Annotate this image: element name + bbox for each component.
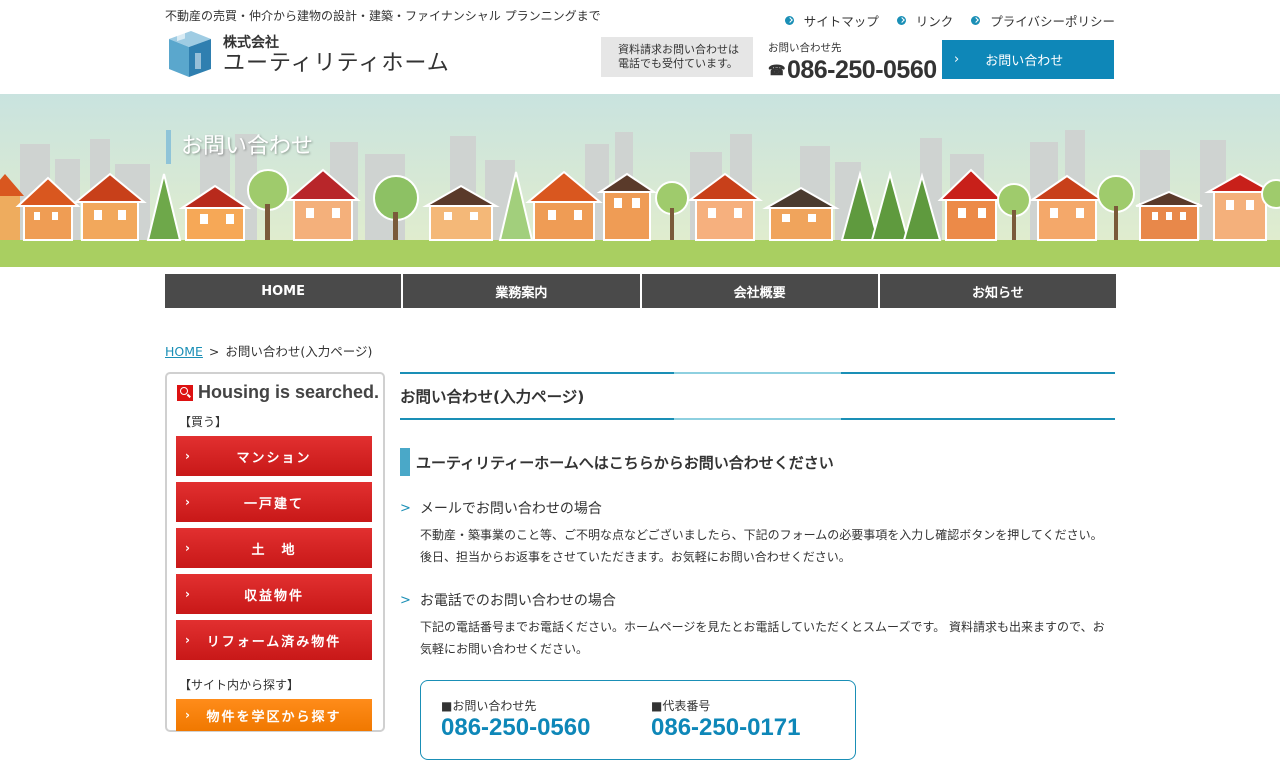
sidebar-button-land[interactable]: › 土 地 — [176, 528, 372, 568]
logo-company-type: 株式会社 — [223, 34, 279, 51]
nav-company[interactable]: 会社概要 — [641, 274, 880, 308]
contact-note-line2: 電話でも受付ています。 — [618, 57, 738, 70]
phone-card-inquiry-label: ■お問い合わせ先 — [441, 699, 537, 713]
logo-box-icon — [165, 28, 213, 79]
section-email-line2: 後日、担当からお返事をさせていただきます。お気軽にお問い合わせください。 — [420, 550, 851, 564]
breadcrumb-separator: > — [208, 344, 220, 359]
section-subheading: ユーティリティーホームへはこちらからお問い合わせください — [400, 448, 1115, 476]
category-search-label: 【サイト内から探す】 — [179, 678, 300, 692]
section-phone-body: 下記の電話番号までお電話ください。ホームページを見たとお電話していただくとスムー… — [420, 616, 1115, 660]
site-logo[interactable]: 株式会社 ユーティリティホーム — [165, 28, 450, 79]
sidebar-button-label: 収益物件 — [243, 588, 304, 604]
section-email-title-text: メールでお問い合わせの場合 — [419, 501, 602, 517]
sidebar-button-renovated[interactable]: › リフォーム済み物件 — [176, 620, 372, 660]
sidebar-heading: Housing is searched. — [177, 382, 383, 403]
chevron-right-icon: > — [400, 592, 411, 608]
link-privacy-label: プライバシーポリシー — [990, 14, 1115, 29]
site-header: 不動産の売買・仲介から建物の設計・建築・ファイナンシャル プランニングまで 株式… — [0, 0, 1280, 94]
chevron-right-icon: › — [185, 495, 190, 509]
arrow-circle-icon — [784, 16, 794, 25]
chevron-right-icon: › — [185, 587, 190, 601]
townscape-illustration — [0, 94, 1280, 267]
page-heading: お問い合わせ(入力ページ) — [400, 372, 1115, 420]
chevron-right-icon: › — [185, 541, 190, 555]
nav-news[interactable]: お知らせ — [879, 274, 1116, 308]
section-email-title: > メールでお問い合わせの場合 — [400, 498, 1115, 518]
link-links[interactable]: リンク — [896, 11, 954, 30]
phone-card-main-label: ■代表番号 — [651, 699, 711, 713]
nav-home[interactable]: HOME — [165, 274, 404, 308]
section-email-line1: 不動産・築事業のこと等、ご不明な点などございましたら、下記のフォームの必要事項を… — [420, 528, 1103, 542]
hero-banner: お問い合わせ — [0, 94, 1280, 267]
chevron-right-icon: › — [185, 449, 190, 463]
sidebar-button-label: 一戸建て — [243, 496, 304, 512]
search-sidebar: Housing is searched. 【買う】 › マンション › 一戸建て ›… — [165, 372, 385, 732]
logo-company-name: ユーティリティホーム — [223, 50, 450, 76]
category-buy-label: 【買う】 — [179, 415, 228, 429]
header-phone: お問い合わせ先 ☎ 086-250-0560 — [768, 40, 937, 85]
main-content: お問い合わせ(入力ページ) ユーティリティーホームへはこちらからお問い合わせくだ… — [400, 372, 1115, 760]
contact-note: 資料請求お問い合わせは 電話でも受付ています。 — [601, 37, 753, 77]
section-email: > メールでお問い合わせの場合 不動産・築事業のこと等、ご不明な点などございまし… — [400, 498, 1115, 568]
breadcrumb-current: お問い合わせ(入力ページ) — [225, 344, 373, 359]
phone-label: お問い合わせ先 — [768, 42, 842, 54]
main-nav: HOME 業務案内 会社概要 お知らせ — [165, 274, 1116, 308]
chevron-right-icon: › — [954, 52, 960, 67]
arrow-circle-icon — [896, 16, 906, 25]
sidebar-button-house[interactable]: › 一戸建て — [176, 482, 372, 522]
phone-card-main-number[interactable]: 086-250-0171 — [651, 714, 800, 742]
section-subheading-text: ユーティリティーホームへはこちらからお問い合わせください — [416, 453, 834, 472]
sidebar-button-label: マンション — [236, 450, 312, 466]
magnifier-icon — [177, 384, 193, 401]
sidebar-button-mansion[interactable]: › マンション — [176, 436, 372, 476]
link-links-label: リンク — [915, 14, 954, 29]
telephone-icon: ☎ — [768, 62, 785, 78]
section-phone-line1: 下記の電話番号までお電話ください。ホームページを見たとお電話していただくとスムー… — [420, 620, 1105, 634]
sidebar-button-label: 物件を学区から探す — [206, 709, 342, 725]
contact-button-label: お問い合わせ — [985, 54, 1064, 69]
phone-card-inquiry-number[interactable]: 086-250-0560 — [441, 714, 590, 742]
section-phone-title: > お電話でのお問い合わせの場合 — [400, 590, 1115, 610]
section-phone-line2: 気軽にお問い合わせください。 — [420, 642, 589, 656]
nav-services[interactable]: 業務案内 — [403, 274, 642, 308]
sidebar-button-label: リフォーム済み物件 — [206, 634, 342, 650]
chevron-right-icon: › — [185, 633, 190, 647]
breadcrumb: HOME > お問い合わせ(入力ページ) — [165, 341, 372, 360]
section-phone: > お電話でのお問い合わせの場合 下記の電話番号までお電話ください。ホームページ… — [400, 590, 1115, 660]
chevron-right-icon: > — [400, 500, 411, 516]
arrow-circle-icon — [971, 16, 981, 25]
phone-number-text: 086-250-0560 — [786, 56, 937, 84]
sidebar-button-investment[interactable]: › 収益物件 — [176, 574, 372, 614]
site-tagline: 不動産の売買・仲介から建物の設計・建築・ファイナンシャル プランニングまで — [165, 9, 601, 23]
breadcrumb-home[interactable]: HOME — [165, 344, 203, 359]
contact-note-line1: 資料請求お問い合わせは — [618, 43, 739, 56]
utility-links: サイトマップ リンク プライバシーポリシー — [784, 11, 1115, 30]
link-sitemap[interactable]: サイトマップ — [784, 11, 879, 30]
sidebar-heading-text: Housing is searched. — [198, 382, 380, 402]
phone-number[interactable]: ☎ 086-250-0560 — [768, 56, 937, 85]
section-phone-title-text: お電話でのお問い合わせの場合 — [419, 593, 616, 609]
hero-title: お問い合わせ — [166, 130, 313, 164]
section-email-body: 不動産・築事業のこと等、ご不明な点などございましたら、下記のフォームの必要事項を… — [420, 524, 1115, 568]
contact-button[interactable]: › お問い合わせ — [942, 40, 1114, 79]
sidebar-button-school-district[interactable]: › 物件を学区から探す — [176, 699, 372, 731]
phone-numbers-card: ■お問い合わせ先 086-250-0560 ■代表番号 086-250-0171 — [420, 680, 856, 760]
sidebar-button-label: 土 地 — [251, 542, 297, 558]
link-sitemap-label: サイトマップ — [803, 14, 879, 29]
link-privacy[interactable]: プライバシーポリシー — [971, 11, 1115, 30]
